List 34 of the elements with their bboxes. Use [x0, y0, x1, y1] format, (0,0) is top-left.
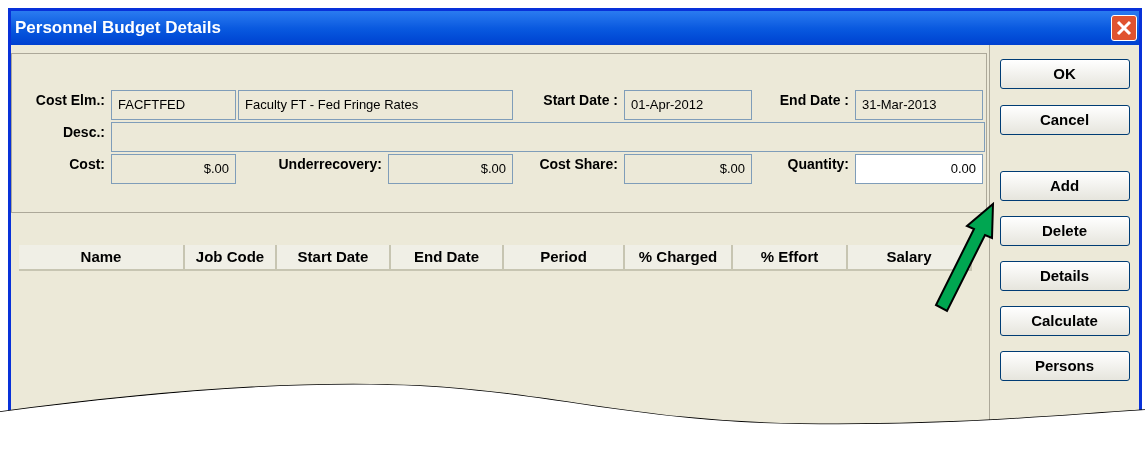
column-header[interactable]: End Date	[391, 245, 504, 271]
cost-field[interactable]: $.00	[111, 154, 236, 184]
underrecovery-field[interactable]: $.00	[388, 154, 513, 184]
quantity-field[interactable]: 0.00	[855, 154, 983, 184]
column-header[interactable]: Period	[504, 245, 625, 271]
dialog-button[interactable]: Cancel	[999, 105, 1130, 135]
description-field[interactable]: Faculty FT - Fed Fringe Rates	[238, 90, 513, 120]
column-header[interactable]: Start Date	[277, 245, 391, 271]
column-header[interactable]: Job Code	[185, 245, 277, 271]
dialog-button[interactable]: Calculate	[999, 306, 1130, 336]
code-field[interactable]: FACFTFED	[111, 90, 236, 120]
field-label: Underrecovery:	[278, 155, 382, 174]
dialog-button[interactable]: Add	[999, 171, 1130, 201]
field-label: Cost Share:	[539, 155, 618, 174]
column-header[interactable]: % Charged	[625, 245, 733, 271]
dialog-button[interactable]: Persons	[999, 351, 1130, 381]
window-title: Personnel Budget Details	[15, 17, 221, 40]
cost-share-field[interactable]: $.00	[624, 154, 752, 184]
start-date-field[interactable]: 01-Apr-2012	[624, 90, 752, 120]
field-label: Desc.:	[62, 123, 105, 142]
column-header[interactable]: Name	[19, 245, 185, 271]
field-label: Start Date :	[543, 91, 618, 110]
dialog-button[interactable]: Details	[999, 261, 1130, 291]
dialog-button[interactable]: OK	[999, 59, 1130, 89]
field-label: End Date :	[779, 91, 849, 110]
close-icon	[1116, 20, 1132, 36]
end-date-field[interactable]: 31-Mar-2013	[855, 90, 983, 120]
field-label: Cost Elm.:	[35, 91, 105, 110]
field-label: Quantity:	[787, 155, 849, 174]
field-label: Cost:	[69, 155, 105, 174]
column-header[interactable]: % Effort	[733, 245, 848, 271]
close-button[interactable]	[1111, 15, 1137, 41]
dialog-button[interactable]: Delete	[999, 216, 1130, 246]
column-header[interactable]: Salary	[848, 245, 972, 271]
